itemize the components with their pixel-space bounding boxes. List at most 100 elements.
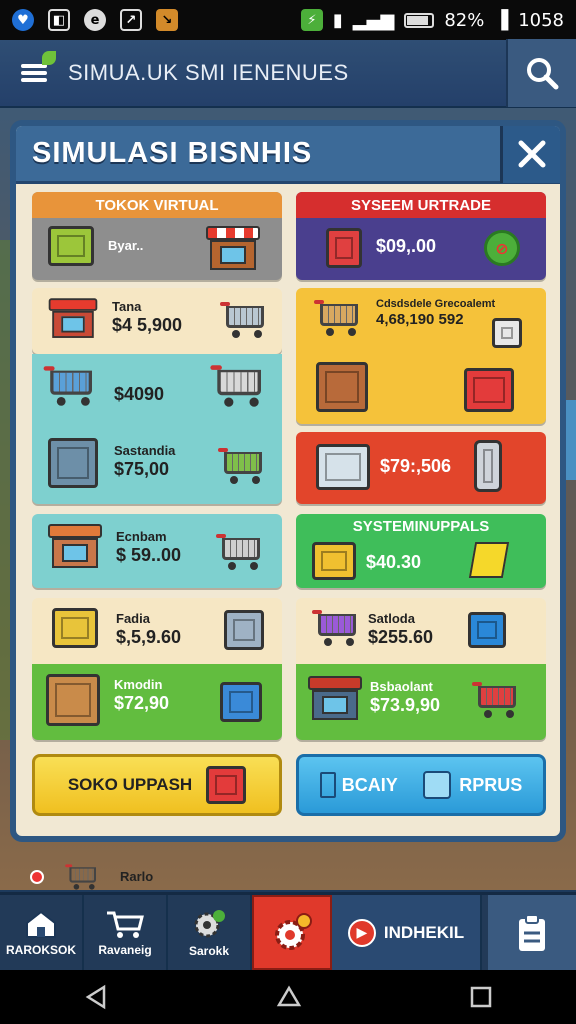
nav-settings[interactable]: Sarokk: [168, 895, 252, 970]
leaf-icon: [42, 51, 56, 65]
nav-market[interactable]: Ravaneig: [84, 895, 168, 970]
cart-icon: [107, 911, 144, 938]
store-icon: [48, 524, 102, 570]
buy-button[interactable]: BCAIY: [319, 772, 398, 798]
cart-icon: [65, 863, 99, 891]
close-button[interactable]: [500, 126, 560, 183]
item-price: $75,00: [114, 458, 170, 479]
menu-button[interactable]: [0, 39, 68, 107]
receipt-icon: [319, 772, 336, 798]
sd-icon: ▐: [494, 9, 509, 31]
basket-icon: [52, 608, 98, 648]
item-name: Cdsdsdele Grecoalemt: [376, 298, 496, 310]
app-icon: e: [84, 9, 106, 31]
cart-icon: [218, 446, 266, 486]
buy-label: BCAIY: [341, 774, 398, 795]
store-item-card[interactable]: Fadia $,5,9.60: [32, 598, 282, 664]
system-upgrade-header-card[interactable]: SYSEEM URTRADE $09,.00 ⊘: [296, 192, 546, 280]
next-button[interactable]: ▶ INDHEKIL: [332, 895, 482, 970]
item-name: Fadia: [116, 611, 150, 626]
business-simulation-dialog: SIMULASI BISNHIS TOKOK VIRTUAL Byar.. Ta…: [10, 120, 566, 842]
store-icon: [48, 298, 98, 339]
item-name: Tana: [112, 299, 142, 314]
item-price: $255.60: [368, 626, 434, 647]
blue-box-icon: [468, 612, 506, 648]
item-price: $09,.00: [376, 236, 437, 256]
item-name: Sastandia: [114, 443, 176, 458]
store-item-card[interactable]: Kmodin $72,90: [32, 664, 282, 740]
repair-button[interactable]: RPRUS: [423, 771, 522, 799]
item-price: $4090: [114, 384, 165, 404]
back-icon[interactable]: [82, 983, 110, 1011]
item-name: Byar..: [108, 237, 144, 253]
upgrade-store-label: SOKO UPPASH: [67, 775, 193, 795]
tool-icon: ↘: [156, 9, 178, 31]
clock: 1058: [518, 9, 564, 31]
item-price: 4,68,190 592: [376, 310, 464, 328]
app-title: SIMUA.UK SMI IENENUES: [68, 60, 349, 85]
play-icon: ▶: [347, 918, 376, 947]
cart-icon: [43, 364, 97, 408]
kiosk-icon: [48, 438, 98, 488]
upgrade-gear-button[interactable]: [252, 895, 332, 970]
dialog-title: SIMULASI BISNHIS: [32, 137, 313, 169]
cart-icon: [220, 300, 268, 340]
action-button-group: BCAIY RPRUS: [296, 754, 546, 816]
item-price: $4 5,900: [112, 314, 183, 335]
magnifier-icon: [423, 771, 452, 799]
nav-market-label: Ravaneig: [98, 942, 152, 957]
nfc-icon: ▮: [332, 9, 343, 31]
virtual-store-header: TOKOK VIRTUAL: [32, 192, 282, 218]
upgrade-store-button[interactable]: SOKO UPPASH: [32, 754, 282, 816]
nav-store-label: RAROKSOK: [5, 942, 76, 957]
gallery-icon: ◧: [48, 9, 70, 31]
search-icon: [527, 58, 559, 90]
electronics-item-card[interactable]: $79:,506: [296, 432, 546, 504]
item-price: $73.9,90: [370, 694, 441, 715]
red-basket-icon: [206, 766, 247, 804]
item-name: Bsbaolant: [370, 679, 433, 694]
cart-icon: [216, 532, 264, 572]
item-price: $79:,506: [380, 456, 452, 476]
system-upgrade-card[interactable]: SYSTEMINUPPALS $40.30: [296, 514, 546, 588]
gear-icon: ⊘: [484, 230, 520, 266]
home-icon[interactable]: [275, 983, 303, 1011]
bottom-navigation: RAROKSOK Ravaneig Sarokk ▶ INDHEKIL: [0, 892, 576, 970]
price-tag-icon: [468, 542, 510, 578]
bucket-icon: [326, 228, 362, 268]
grocery-item-card[interactable]: Cdsdsdele Grecoalemt 4,68,190 592: [296, 288, 546, 424]
cart-icon: [314, 298, 362, 338]
signal-icon: ▂▄▆: [352, 9, 395, 31]
vegetable-basket-icon: [464, 368, 514, 412]
gift-box-icon: [220, 682, 262, 722]
item-name: Ecnbam: [116, 529, 167, 544]
store-item-card[interactable]: Bsbaolant $73.9,90: [296, 664, 546, 740]
store-item-card[interactable]: Satloda $255.60: [296, 598, 546, 664]
item-price: $72,90: [114, 692, 170, 713]
charging-icon: ⚡: [300, 9, 323, 31]
repair-label: RPRUS: [459, 774, 523, 795]
system-navigation-bar: [0, 970, 576, 1024]
cart-icon: [312, 608, 360, 648]
shield-icon: ♥: [12, 9, 34, 31]
item-name: Satloda: [368, 611, 415, 626]
cart-icon: [472, 680, 520, 720]
tasks-button[interactable]: [488, 895, 576, 970]
recents-icon[interactable]: [468, 984, 494, 1010]
store-icon: [308, 676, 362, 722]
cart-items-card[interactable]: $4090 Sastandia $75,00: [32, 354, 282, 504]
store-item-card[interactable]: Tana $4 5,900: [32, 288, 282, 354]
pin-icon: [30, 870, 44, 884]
search-button[interactable]: [506, 39, 576, 107]
clipboard-icon: [519, 913, 545, 951]
cart-icon: [210, 363, 265, 409]
battery-icon: [404, 12, 435, 28]
item-price: $,5,9.60: [116, 626, 182, 647]
cash-box-icon: [312, 542, 356, 580]
cash-register-icon: [316, 444, 370, 490]
chart-icon: ↗: [120, 9, 142, 31]
nav-store[interactable]: RAROKSOK: [0, 895, 84, 970]
dialog-body: TOKOK VIRTUAL Byar.. Tana $4 5,900 $4090: [16, 184, 560, 836]
virtual-store-header-card[interactable]: TOKOK VIRTUAL Byar..: [32, 192, 282, 280]
store-item-card[interactable]: Ecnbam $ 59..00: [32, 514, 282, 588]
